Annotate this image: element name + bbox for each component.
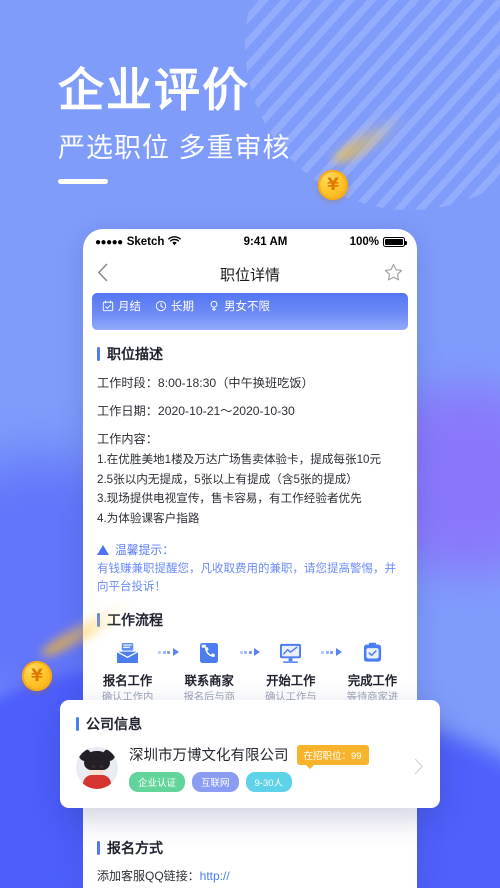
work-content-item: 4.为体验课客户指路 [97, 511, 200, 525]
chevron-right-icon[interactable] [414, 758, 424, 779]
navigation-bar: 职位详情 [83, 255, 417, 293]
battery-percent-label: 100% [349, 236, 379, 248]
arrow-connector-2 [239, 640, 261, 656]
coin-icon: ¥ [318, 170, 348, 200]
section-title-company: 公司信息 [76, 714, 424, 734]
coin-decoration-left: ¥ [22, 596, 137, 691]
phone-call-icon [179, 640, 240, 666]
coin-icon: ¥ [22, 661, 52, 691]
arrow-connector-3 [321, 640, 342, 656]
notice-body: 有钱赚兼职提醒您，凡收取费用的兼职，请您提高警惕，并向平台投诉！ [97, 563, 396, 593]
tag-label: 月结 [118, 301, 141, 313]
section-title-workflow: 工作流程 [97, 610, 403, 630]
step-name: 报名工作 [102, 674, 153, 688]
section-label: 报名方式 [107, 840, 163, 856]
work-content-item: 1.在优胜美地1楼及万达广场售卖体验卡，提成每张10元 [97, 453, 382, 466]
gender-icon [208, 300, 220, 312]
tag-label: 长期 [171, 301, 194, 313]
work-content-item: 3.现场提供电视宣传，售卡容易，有工作经验者优先 [97, 492, 362, 505]
step-name: 开始工作 [266, 674, 316, 688]
tag-gender: 男女不限 [208, 298, 270, 314]
tag-label: 男女不限 [224, 301, 270, 313]
work-content-item: 2.5张以内无提成，5张以上有提成（含5张的提成） [97, 472, 358, 486]
section-label: 职位描述 [107, 346, 163, 362]
company-name: 深圳市万博文化有限公司 [129, 748, 289, 764]
tag-settlement: 月结 [102, 298, 141, 314]
poster-headline-block: 企业评价 严选职位 多重审核 [58, 62, 291, 184]
company-tag-industry: 互联网 [192, 772, 239, 792]
company-row[interactable]: 深圳市万博文化有限公司 在招职位：99 企业认证 互联网 9-30人 [76, 744, 424, 792]
signal-dots-icon: ●●●●● [95, 236, 123, 248]
work-hours-line: 工作时段：8:00-18:30（中午换班吃饭） [97, 376, 314, 390]
notice-title: 温馨提示： [115, 543, 174, 557]
nav-title: 职位详情 [219, 266, 280, 284]
step-name: 联系商家 [184, 674, 234, 688]
company-tag-list: 企业认证 互联网 9-30人 [129, 772, 408, 792]
arrow-connector-1 [158, 640, 179, 656]
hiring-count-badge: 在招职位：99 [296, 744, 369, 769]
poster-canvas: 企业评价 严选职位 多重审核 ¥ ¥ ●●●●● Sketch 9:41 AM … [0, 0, 500, 888]
clipboard-check-icon [342, 640, 403, 666]
apply-link[interactable]: http:// [200, 869, 230, 883]
clock-icon [155, 300, 167, 312]
apply-text-prefix: 添加客服QQ链接： [97, 869, 200, 883]
warning-notice: 温馨提示： 有钱赚兼职提醒您，凡收取费用的兼职，请您提高警惕，并向平台投诉！ [97, 541, 403, 596]
status-bar-time: 9:41 AM [243, 236, 288, 248]
section-title-apply: 报名方式 [97, 838, 403, 858]
coin-decoration-top: ¥ [318, 108, 411, 200]
step-name: 完成工作 [347, 674, 398, 688]
carrier-label: Sketch [126, 236, 165, 248]
star-outline-icon[interactable] [377, 263, 403, 285]
chevron-left-icon[interactable] [97, 263, 123, 286]
poster-subtitle: 严选职位 多重审核 [58, 133, 291, 163]
section-label: 公司信息 [86, 716, 142, 732]
apply-text: 添加客服QQ链接：http:// [97, 867, 403, 884]
company-tag-verified: 企业认证 [129, 772, 186, 792]
apply-section: 报名方式 添加客服QQ链接：http:// [97, 838, 403, 884]
work-content-label: 工作内容： [97, 432, 158, 446]
company-avatar [76, 747, 118, 789]
company-info-card[interactable]: 公司信息 深圳市万博文化有限公司 在招职位：99 企业认证 互联网 9-30人 [60, 700, 440, 808]
page-title: 企业评价 [58, 64, 250, 116]
work-dates-line: 工作日期：2020-10-21～2020-10-30 [97, 404, 295, 418]
battery-full-icon [383, 237, 407, 247]
company-tag-size: 9-30人 [245, 772, 293, 792]
warning-triangle-icon [97, 544, 109, 555]
tag-duration: 长期 [155, 298, 194, 314]
wifi-icon [168, 235, 182, 249]
status-bar: ●●●●● Sketch 9:41 AM 100% [83, 229, 417, 255]
job-attribute-banner: 月结 长期 男女不限 [92, 293, 408, 330]
monitor-chart-icon [260, 640, 321, 666]
calendar-check-icon [102, 300, 114, 312]
mailbox-icon [97, 640, 158, 666]
title-underline [58, 179, 108, 184]
section-title-job-description: 职位描述 [97, 344, 403, 364]
